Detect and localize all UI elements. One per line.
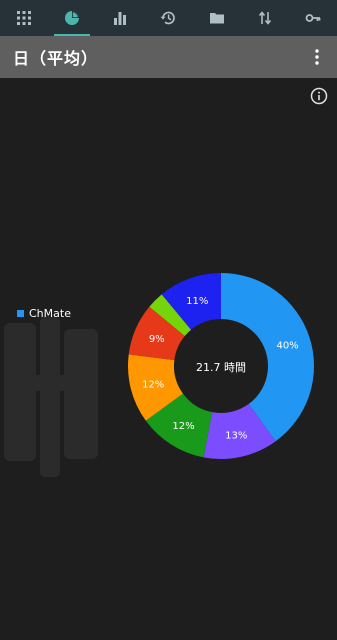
slice-percent-label-1: 13% (225, 430, 247, 441)
slice-percent-label-3: 12% (142, 379, 164, 390)
slice-percent-label-6: 11% (186, 296, 208, 307)
slice-percent-label-0: 40% (276, 340, 298, 351)
slice-percent-label-4: 9% (149, 334, 165, 345)
usage-donut-chart: 40% 13% 12% 12% 9% 11% 21.7 時間 (128, 273, 314, 459)
slice-percent-label-2: 12% (172, 421, 194, 432)
donut-center-label: 21.7 時間 (196, 361, 246, 374)
